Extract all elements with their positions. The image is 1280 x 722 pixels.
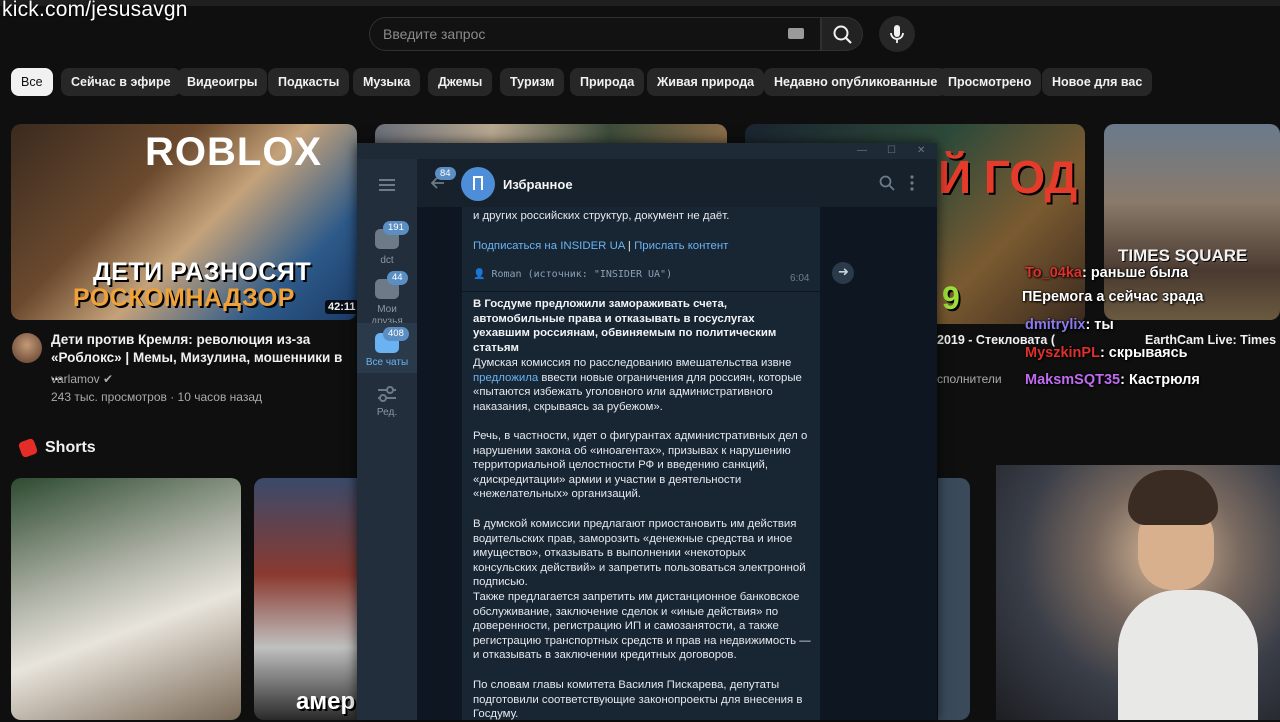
microphone-icon [890,25,904,43]
maximize-icon[interactable]: ☐ [887,145,896,156]
message-paragraph: Думская комиссия по расследованию вмешат… [473,357,802,413]
thumbnail-caption: TIMES SQUARE [1118,246,1248,265]
folder-dct[interactable]: 191 dct [357,215,417,266]
search-box[interactable] [369,17,821,51]
unread-badge: 44 [387,271,408,285]
telegram-folder-sidebar: 191 dct 44 Мои друзья 408 Все чаты Ред. [357,159,417,720]
sliders-icon [378,386,396,402]
folder-label: Ред. [376,407,398,418]
chip-tourism[interactable]: Туризм [500,68,565,96]
channel-avatar[interactable] [12,333,42,363]
keyboard-icon[interactable] [788,28,804,39]
search-input[interactable] [383,18,763,50]
message-time: 6:04 [790,273,810,284]
video-duration: 42:11 [325,300,359,314]
short-thumbnail[interactable] [254,478,358,720]
chip-nature[interactable]: Природа [570,68,645,96]
message-headline: В Госдуме предложили замораживать счета,… [473,298,777,354]
close-icon[interactable]: ✕ [917,145,925,156]
message-text: и других российских структур, документ н… [473,210,730,222]
unread-badge: 408 [383,327,409,341]
folder-edit[interactable]: Ред. [357,383,417,423]
chat-message: ПЕремога а сейчас зрада [1022,289,1204,305]
shorts-icon [17,437,39,459]
voice-search-button[interactable] [879,16,915,52]
menu-icon[interactable] [379,179,395,191]
unread-badge: 84 [435,167,456,180]
short-caption: амер [296,688,356,715]
chip-wildlife[interactable]: Живая природа [647,68,765,96]
subscribe-link[interactable]: Подписаться на INSIDER UA [473,240,625,252]
chip-jams[interactable]: Джемы [428,68,493,96]
chip-watched[interactable]: Просмотрено [938,68,1042,96]
message-links: Подписаться на INSIDER UA | Прислать кон… [473,239,813,254]
message-paragraph: В думской комиссии предлагают приостанов… [473,518,806,589]
folder-label: dct [380,255,394,266]
folder-my-friends[interactable]: 44 Мои друзья [357,267,417,327]
minimize-icon[interactable]: — [857,145,867,156]
channel-name[interactable]: сполнители [937,372,1002,386]
thumbnail-title-top: ROBLOX [145,130,323,174]
forward-source: 👤 Roman (источник: "INSIDER UA") [473,269,673,280]
stream-watermark: kick.com/jesusavgn [2,0,188,21]
webcam-figure [1118,590,1258,720]
chat-title[interactable]: Избранное [503,177,573,192]
chip-new-for-you[interactable]: Новое для вас [1042,68,1153,96]
chip-live[interactable]: Сейчас в эфире [61,68,181,96]
chip-music[interactable]: Музыка [353,68,421,96]
chat-message: MaksmSQT35: Кастрюля [1025,372,1200,388]
more-vertical-icon[interactable] [909,175,915,191]
shorts-section-title: Shorts [45,439,96,456]
chip-podcasts[interactable]: Подкасты [268,68,350,96]
search-icon [833,25,852,44]
chip-recently-uploaded[interactable]: Недавно опубликованные [764,68,948,96]
window-titlebar: — ☐ ✕ [357,143,937,159]
send-content-link[interactable]: Прислать контент [634,240,728,252]
chat-message: To_04ka: раньше была [1025,265,1189,281]
bookmark-icon [473,176,483,190]
channel-name[interactable]: varlamov ✔ [51,372,113,386]
search-icon[interactable] [879,175,895,191]
webcam-figure [1128,470,1218,525]
thumbnail-caption-line1: ДЕТИ РАЗНОСЯТ [93,258,312,286]
search-button[interactable] [821,17,863,51]
share-icon: ➜ [838,264,849,279]
chip-videogames[interactable]: Видеоигры [177,68,268,96]
inline-link[interactable]: предложила [473,372,538,384]
video-views: 243 тыс. просмотров · 10 часов назад [51,390,263,404]
browser-tab-strip [0,0,1280,6]
folder-all-chats[interactable]: 408 Все чаты [357,323,417,373]
thumbnail-caption: Й ГОД [938,151,1078,203]
link-separator: | [624,240,635,252]
chat-header [417,159,937,208]
message-paragraph: Также предлагается запретить им дистанци… [473,591,811,662]
chip-all[interactable]: Все [11,68,53,96]
message-separator [462,291,820,292]
thumbnail-caption-line2: РОСКОМНАДЗОР [73,284,295,312]
chat-message: dmitrylix: ты [1025,317,1114,333]
unread-badge: 191 [383,221,409,235]
short-thumbnail[interactable] [11,478,241,720]
thumbnail-caption: 9 [942,280,960,316]
chat-message: MyszkinPL: скрываясь [1025,345,1188,361]
message-paragraph: По словам главы комитета Василия Пискаре… [473,679,803,721]
folder-label: Все чаты [365,357,409,368]
telegram-window: — ☐ ✕ 191 dct 44 Мои друзья 408 Все чаты… [357,143,937,720]
message-paragraph: Речь, в частности, идет о фигурантах адм… [473,430,808,501]
short-thumbnail[interactable] [938,478,970,720]
